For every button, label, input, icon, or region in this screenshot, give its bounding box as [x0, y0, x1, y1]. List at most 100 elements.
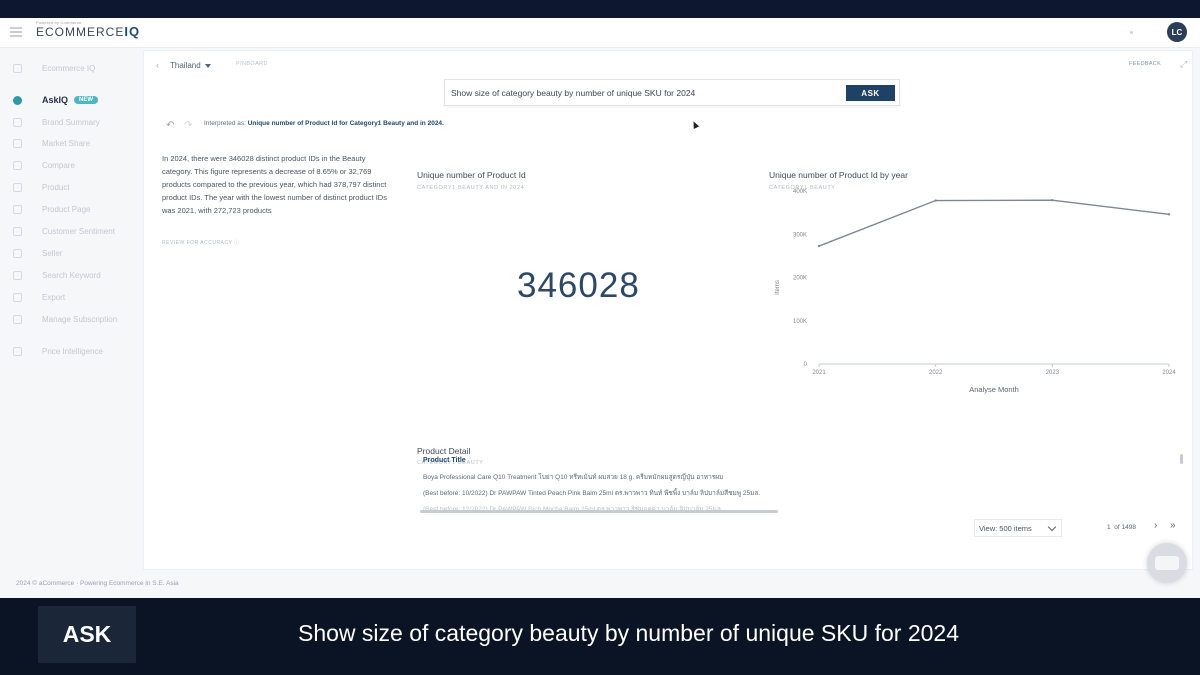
sidebar-item-market-share[interactable]: Market Share	[0, 134, 143, 152]
caption-text: Show size of category beauty by number o…	[298, 620, 960, 646]
x-tick-label: 2021	[812, 370, 826, 376]
interpreted-as: Interpreted as: Unique number of Product…	[204, 120, 444, 127]
seller-icon	[13, 248, 22, 258]
header-dot-icon	[1130, 31, 1133, 34]
view-items-select[interactable]: View: 500 items	[974, 519, 1062, 537]
footer-text: 2024 © aCommerce · Powering Ecommerce in…	[16, 580, 179, 587]
sidebar-item-ecommerce-iq[interactable]: Ecommerce IQ	[0, 59, 143, 77]
logo-tagline: Powered by Commerce	[36, 20, 82, 25]
column-header-product-title[interactable]: Product Title	[423, 457, 466, 464]
caption-band: ASK Show size of category beauty by numb…	[0, 598, 1200, 675]
x-tick-label: 2023	[1046, 370, 1060, 376]
sidebar-item-seller[interactable]: Seller	[0, 244, 143, 262]
sidebar-item-label: Search Keyword	[42, 270, 101, 280]
main-panel: ‹ Thailand PINBOARD FEEDBACK ⤢ ASK ↶ ↷ I…	[143, 50, 1193, 570]
pagination-info: 1 of 1498	[1107, 524, 1136, 531]
y-axis-label: Items	[775, 280, 781, 295]
y-tick-label: 0	[804, 362, 808, 368]
country-label: Thailand	[170, 61, 201, 70]
askiq-icon	[13, 95, 22, 105]
series-line	[818, 199, 1170, 247]
page-current: 1	[1107, 524, 1111, 531]
undo-icon[interactable]: ↶	[166, 120, 174, 131]
y-tick-label: 300K	[793, 232, 807, 238]
feedback-link[interactable]: FEEDBACK	[1129, 61, 1161, 67]
next-page-icon[interactable]: ›	[1154, 520, 1157, 531]
x-tick-label: 2024	[1162, 370, 1176, 376]
sidebar-item-manage-subscription[interactable]: Manage Subscription	[0, 310, 143, 328]
market-share-icon	[13, 138, 22, 148]
sidebar-item-label: AskIQ	[42, 95, 69, 105]
sidebar-item-label: Product Page	[42, 204, 91, 214]
kpi-value: 346028	[517, 266, 640, 305]
table-row[interactable]: Boya Professional Care Q10 Treatment โบย…	[423, 472, 823, 482]
search-icon	[13, 270, 22, 280]
sidebar-item-product-page[interactable]: Product Page	[0, 200, 143, 218]
caption-ask-label: ASK	[38, 606, 136, 663]
chevron-down-icon	[1047, 522, 1057, 532]
caret-down-icon	[204, 63, 211, 68]
last-page-icon[interactable]: »	[1170, 520, 1176, 531]
expand-icon[interactable]: ⤢	[1180, 59, 1187, 70]
avatar[interactable]: LC	[1167, 22, 1187, 42]
review-for-accuracy[interactable]: REVIEW FOR ACCURACY ⓘ	[162, 239, 240, 246]
sidebar-item-label: Seller	[42, 248, 63, 258]
y-tick-label: 400K	[793, 189, 807, 195]
compare-icon	[13, 160, 22, 170]
mouse-cursor-icon	[690, 120, 700, 129]
subscription-icon	[13, 314, 22, 324]
y-tick-label: 100K	[793, 319, 807, 325]
price-icon	[13, 346, 22, 356]
kpi-title: Unique number of Product Id	[417, 170, 526, 180]
sidebar: Ecommerce IQ AskIQ NEW Brand Summary Mark…	[0, 48, 143, 598]
logo-suffix: IQ	[124, 24, 141, 39]
sidebar-item-export[interactable]: Export	[0, 288, 143, 306]
pinboard-link[interactable]: PINBOARD	[236, 61, 268, 67]
hamburger-icon[interactable]	[10, 27, 22, 37]
sidebar-item-price-intelligence[interactable]: Price Intelligence	[0, 342, 143, 360]
horizontal-scrollbar[interactable]	[420, 510, 778, 513]
page-total: 1498	[1121, 524, 1136, 531]
sidebar-item-label: Manage Subscription	[42, 314, 118, 324]
sidebar-item-label: Ecommerce IQ	[42, 63, 96, 73]
sidebar-item-label: Product	[42, 182, 70, 192]
new-badge: NEW	[74, 96, 98, 104]
video-overlay-icon[interactable]	[1147, 543, 1187, 583]
sidebar-item-compare[interactable]: Compare	[0, 156, 143, 174]
x-axis-label: Analyse Month	[969, 385, 1019, 394]
ask-button[interactable]: ASK	[846, 85, 895, 101]
kpi-subtitle: CATEGORY1 BEAUTY AND IN 2024	[417, 185, 525, 191]
y-tick-label: 200K	[793, 276, 807, 282]
country-select[interactable]: Thailand	[170, 61, 211, 70]
product-detail-title: Product Detail	[417, 446, 471, 456]
sidebar-item-askiq[interactable]: AskIQ NEW	[0, 91, 143, 109]
data-point	[934, 199, 937, 202]
redo-icon[interactable]: ↷	[184, 120, 192, 131]
sidebar-item-label: Brand Summary	[42, 117, 100, 127]
line-chart: 0 100K 200K 300K 400K 2021 2022 2023 2024 Analyse…	[775, 189, 1176, 394]
ask-searchbox: ASK	[444, 79, 900, 106]
view-items-label: View: 500 items	[979, 524, 1032, 533]
back-chevron-icon[interactable]: ‹	[156, 60, 159, 70]
home-icon	[13, 63, 22, 73]
sidebar-item-label: Export	[42, 292, 66, 302]
sidebar-item-product[interactable]: Product	[0, 178, 143, 196]
data-point	[817, 244, 821, 248]
interpreted-prefix: Interpreted as:	[204, 120, 246, 127]
logo[interactable]: Powered by Commerce ECOMMERCEIQ	[36, 20, 141, 39]
data-point	[1167, 213, 1171, 216]
sidebar-item-brand-summary[interactable]: Brand Summary	[0, 113, 143, 131]
sidebar-item-label: Market Share	[42, 138, 91, 148]
app-window: Powered by Commerce ECOMMERCEIQ LC Ecomm…	[0, 18, 1200, 598]
page-of: of	[1114, 524, 1120, 531]
answer-summary: In 2024, there were 346028 distinct prod…	[162, 154, 387, 215]
table-row[interactable]: (Best before: 10/2022) Dr PAWPAW Tinted …	[423, 488, 823, 498]
interpreted-text: Unique number of Product Id for Category…	[247, 120, 444, 127]
vertical-scrollbar[interactable]	[1180, 454, 1183, 464]
sidebar-item-search-keyword[interactable]: Search Keyword	[0, 266, 143, 284]
sidebar-item-customer-sentiment[interactable]: Customer Sentiment	[0, 222, 143, 240]
export-icon	[13, 292, 22, 302]
logo-prefix: ECOMMERCE	[36, 25, 125, 39]
query-input[interactable]	[451, 86, 831, 100]
x-tick-label: 2022	[929, 370, 943, 376]
